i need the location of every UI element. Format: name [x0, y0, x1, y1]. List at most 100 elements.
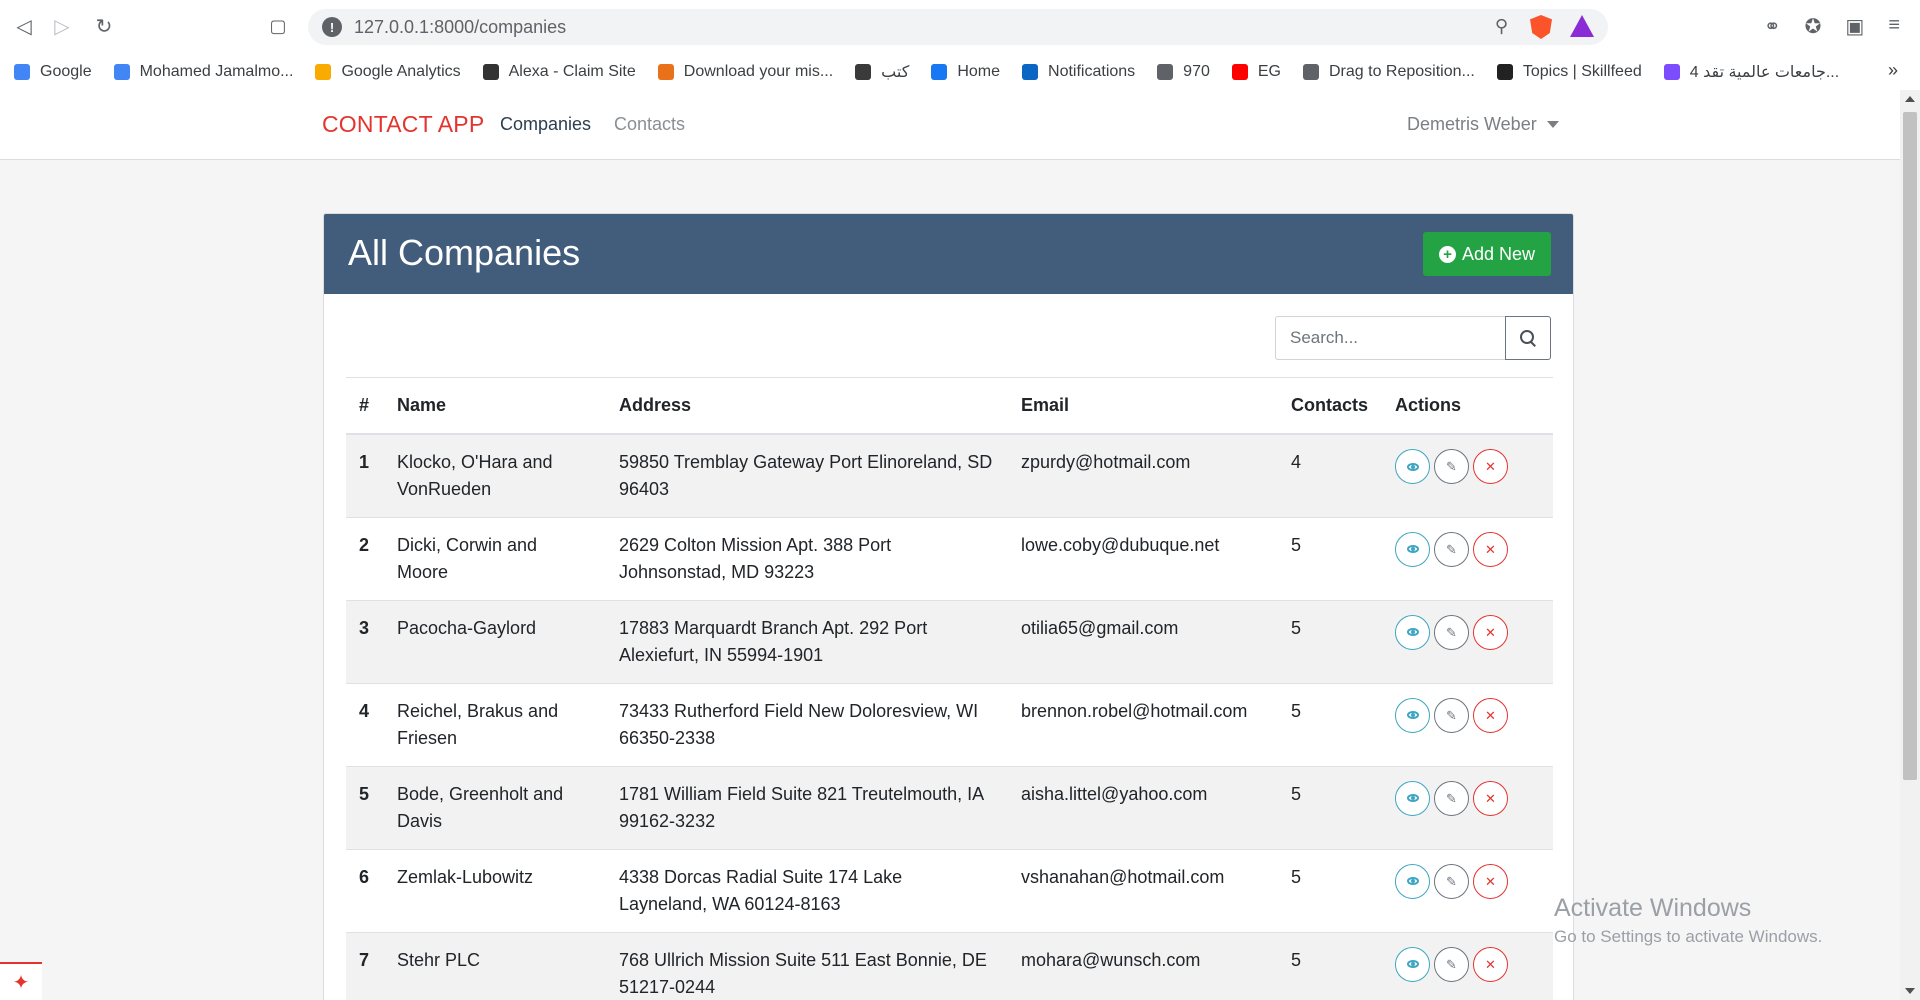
page-title: All Companies: [348, 232, 581, 273]
delete-button[interactable]: ✕: [1473, 614, 1508, 650]
delete-button[interactable]: ✕: [1473, 863, 1508, 899]
bookmark-item[interactable]: Google Analytics: [315, 63, 461, 81]
page-scrollbar[interactable]: [1900, 90, 1920, 1000]
edit-button[interactable]: ✎: [1434, 531, 1469, 567]
windows-activation-watermark: Activate Windows Go to Settings to activ…: [1554, 894, 1822, 947]
view-button[interactable]: [1395, 531, 1430, 567]
header-email: Email: [1008, 378, 1278, 435]
more-bookmarks-icon[interactable]: »: [1888, 60, 1898, 81]
watermark-title: Activate Windows: [1554, 894, 1752, 922]
company-address: 1781 William Field Suite 821 Treutelmout…: [606, 765, 1008, 849]
search-button[interactable]: [1505, 316, 1551, 360]
edit-icon: ✎: [1446, 790, 1457, 806]
brave-shields-icon[interactable]: [1530, 15, 1552, 39]
action-buttons: ✎ ✕: [1395, 863, 1540, 899]
facebook-icon: [931, 64, 948, 80]
bookmark-label: Topics | Skillfeed: [1522, 63, 1642, 80]
view-button[interactable]: [1395, 780, 1430, 816]
back-icon[interactable]: ◁: [10, 12, 38, 40]
table-row: 3 Pacocha-Gaylord 17883 Marquardt Branch A…: [346, 599, 1553, 683]
search-input[interactable]: [1275, 316, 1505, 360]
row-num: 7: [346, 931, 384, 1000]
bookmark-label: Notifications: [1048, 63, 1136, 80]
view-button[interactable]: [1395, 863, 1430, 899]
bookmark-item[interactable]: 970: [1157, 63, 1210, 81]
bookmark-item[interactable]: Home: [931, 63, 1000, 81]
laravel-debugbar-icon[interactable]: ✦: [0, 962, 42, 1000]
edit-button[interactable]: ✎: [1434, 449, 1469, 484]
site-info-icon[interactable]: !: [322, 17, 342, 37]
close-icon: ✕: [1485, 790, 1496, 806]
edit-button[interactable]: ✎: [1434, 863, 1469, 899]
delete-button[interactable]: ✕: [1473, 449, 1508, 484]
bookmark-icon[interactable]: ▢: [264, 12, 292, 40]
bookmark-item[interactable]: EG: [1231, 63, 1281, 81]
delete-button[interactable]: ✕: [1473, 946, 1508, 982]
edit-button[interactable]: ✎: [1434, 697, 1469, 733]
companies-table: # Name Address Email Contacts Actions 1K…: [346, 378, 1553, 1000]
eye-icon: [1406, 711, 1419, 719]
bookmark-item[interactable]: Google: [14, 63, 92, 81]
address-bar[interactable]: ! 127.0.0.1:8000/companies ⚲: [308, 9, 1608, 45]
company-name: Zemlak-Lubowitz: [384, 848, 606, 932]
menu-icon[interactable]: ≡: [1888, 14, 1900, 39]
watermark-subtitle: Go to Settings to activate Windows.: [1554, 927, 1823, 946]
scroll-up-icon[interactable]: [1905, 96, 1915, 102]
bookmark-item[interactable]: Alexa - Claim Site: [482, 63, 636, 81]
row-num: 1: [346, 433, 384, 517]
bookmark-item[interactable]: Notifications: [1022, 63, 1135, 81]
extensions-icon[interactable]: ✪: [1805, 14, 1822, 39]
bookmark-item[interactable]: كتب: [855, 62, 909, 82]
sync-icon[interactable]: ⚭: [1764, 14, 1781, 39]
company-contacts: 5: [1278, 599, 1382, 683]
brand-logo[interactable]: CONTACT APP: [322, 111, 484, 138]
forward-icon[interactable]: ▷: [48, 12, 76, 40]
add-new-button[interactable]: + Add New: [1423, 232, 1551, 276]
company-contacts: 5: [1278, 765, 1382, 849]
nav-companies[interactable]: Companies: [500, 114, 591, 135]
delete-button[interactable]: ✕: [1473, 780, 1508, 816]
scroll-thumb[interactable]: [1903, 112, 1917, 780]
bookmark-item[interactable]: Drag to Reposition...: [1303, 63, 1475, 81]
edit-button[interactable]: ✎: [1434, 614, 1469, 650]
edit-button[interactable]: ✎: [1434, 946, 1469, 982]
nav-contacts[interactable]: Contacts: [614, 114, 685, 135]
wallet-icon[interactable]: ▣: [1845, 14, 1864, 39]
bookmark-item[interactable]: Mohamed Jamalmo...: [113, 63, 294, 81]
company-name: Bode, Greenholt and Davis: [384, 765, 606, 849]
view-button[interactable]: [1395, 614, 1430, 650]
linkedin-icon: [1022, 64, 1039, 80]
scroll-down-icon[interactable]: [1905, 988, 1915, 994]
view-button[interactable]: [1395, 697, 1430, 733]
action-buttons: ✎ ✕: [1395, 614, 1540, 650]
user-menu[interactable]: Demetris Weber: [1407, 114, 1559, 135]
table-row: 6 Zemlak-Lubowitz 4338 Dorcas Radial Suite…: [346, 848, 1553, 932]
view-button[interactable]: [1395, 946, 1430, 982]
edit-icon: ✎: [1446, 873, 1457, 889]
table-row: 7 Stehr PLC 768 Ullrich Mission Suite 511 …: [346, 931, 1553, 1000]
row-num: 2: [346, 516, 384, 600]
edit-button[interactable]: ✎: [1434, 780, 1469, 816]
analytics-icon: [315, 64, 332, 80]
header-address: Address: [606, 378, 1008, 435]
zoom-icon[interactable]: ⚲: [1495, 16, 1508, 37]
delete-button[interactable]: ✕: [1473, 531, 1508, 567]
browser-toolbar: ◁ ▷ ↻ ▢ ! 127.0.0.1:8000/companies ⚲ ⚭ ✪…: [0, 0, 1920, 54]
company-address: 17883 Marquardt Branch Apt. 292 Port Ale…: [606, 599, 1008, 683]
table-row: 5 Bode, Greenholt and Davis 1781 William F…: [346, 765, 1553, 849]
reload-icon[interactable]: ↻: [90, 12, 118, 40]
view-button[interactable]: [1395, 449, 1430, 484]
table-header-row: # Name Address Email Contacts Actions: [346, 378, 1553, 435]
company-address: 73433 Rutherford Field New Doloresview, …: [606, 682, 1008, 766]
edit-icon: ✎: [1446, 459, 1457, 474]
delete-button[interactable]: ✕: [1473, 697, 1508, 733]
bookmark-label: Mohamed Jamalmo...: [139, 63, 294, 80]
bookmark-item[interactable]: 4 جامعات عالمية تقد...: [1663, 62, 1839, 82]
brave-rewards-icon[interactable]: [1570, 15, 1594, 37]
url-text[interactable]: 127.0.0.1:8000/companies: [354, 17, 566, 38]
company-name: Dicki, Corwin and Moore: [384, 516, 606, 600]
bookmark-item[interactable]: Download your mis...: [657, 63, 833, 81]
row-actions: ✎ ✕: [1382, 682, 1553, 766]
bookmark-item[interactable]: Topics | Skillfeed: [1496, 63, 1642, 81]
alexa-icon: [482, 64, 499, 80]
